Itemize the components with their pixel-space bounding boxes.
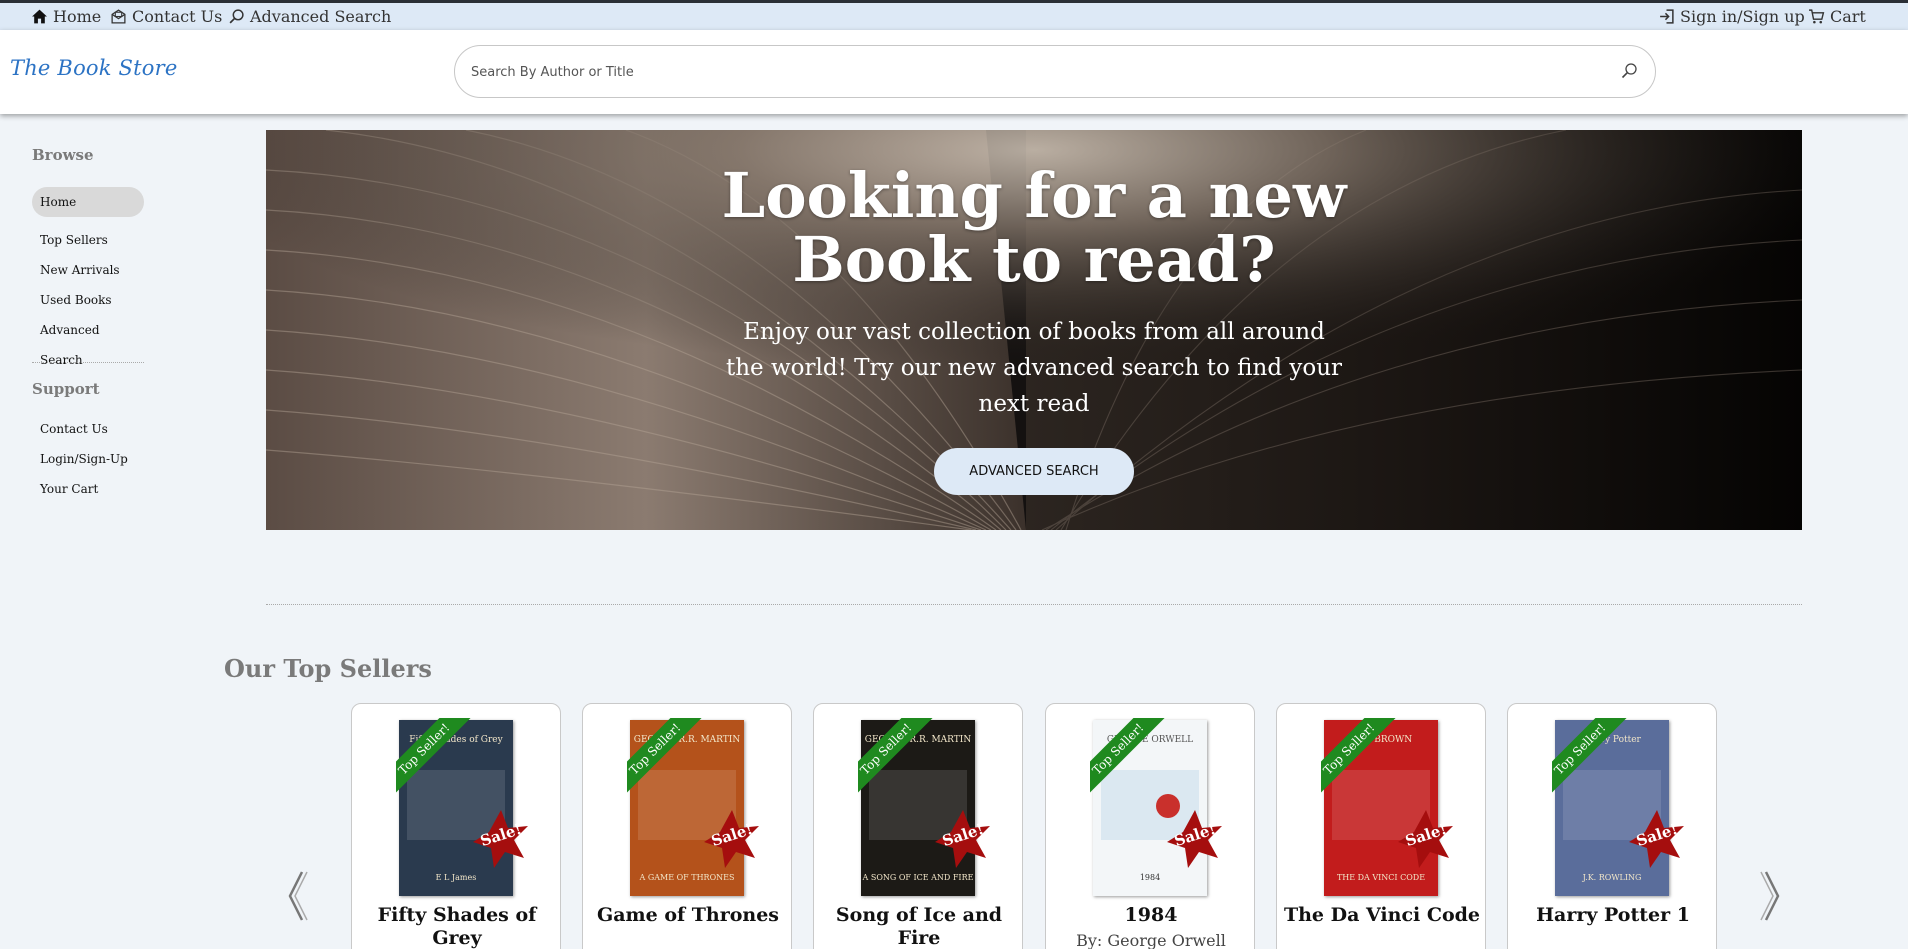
book-title[interactable]: Game of Thrones [589, 904, 787, 927]
book-card[interactable]: Harry Potter J.K. ROWLING Top Seller! Sa… [1507, 703, 1717, 949]
search-bar [454, 45, 1656, 98]
hero-title: Looking for a new Book to read? [266, 164, 1802, 292]
top-utility-bar: Home Contact Us Advanced Search Sign in/… [0, 0, 1908, 30]
hero-subtitle: Enjoy our vast collection of books from … [725, 319, 1342, 417]
svg-text:A SONG OF ICE AND FIRE: A SONG OF ICE AND FIRE [862, 873, 974, 882]
svg-text:THE DA VINCI CODE: THE DA VINCI CODE [1337, 873, 1425, 882]
carousel-next-arrow-icon[interactable] [1756, 866, 1786, 926]
top-link-contact-label: Contact Us [132, 7, 223, 26]
hero-banner: Looking for a new Book to read? Enjoy ou… [266, 130, 1802, 530]
top-seller-ribbon-label: Top Seller! [1321, 718, 1400, 798]
site-header: The Book Store [0, 30, 1908, 114]
book-title[interactable]: Fifty Shades of Grey [358, 904, 556, 949]
book-title[interactable]: The Da Vinci Code [1283, 904, 1481, 927]
section-divider [266, 604, 1802, 605]
top-seller-ribbon: Top Seller! [1090, 718, 1170, 798]
book-title[interactable]: 1984 [1052, 904, 1250, 927]
book-card[interactable]: GEORGE R.R. MARTIN A SONG OF ICE AND FIR… [813, 703, 1023, 949]
top-link-home[interactable]: Home [31, 7, 101, 26]
top-seller-ribbon-label: Top Seller! [1552, 718, 1631, 798]
hero-title-line-1: Looking for a new [721, 159, 1347, 232]
top-link-advanced-search-label: Advanced Search [250, 7, 392, 26]
top-link-cart-label: Cart [1830, 7, 1866, 26]
sidebar-divider [32, 362, 144, 363]
top-seller-ribbon: Top Seller! [396, 718, 476, 798]
sidebar-item-used-books[interactable]: Used Books [32, 285, 144, 315]
sale-badge: Sale! [701, 808, 763, 870]
search-input[interactable] [471, 60, 1591, 84]
sidebar-item-new-arrivals[interactable]: New Arrivals [32, 255, 144, 285]
book-title[interactable]: Song of Ice and Fire [820, 904, 1018, 949]
book-card[interactable]: DAN BROWN THE DA VINCI CODE Top Seller! … [1276, 703, 1486, 949]
sidebar-item-contact-us[interactable]: Contact Us [32, 414, 144, 444]
top-seller-ribbon-label: Top Seller! [627, 718, 706, 798]
search-icon[interactable] [1619, 61, 1639, 81]
sale-badge: Sale! [1626, 808, 1688, 870]
top-seller-ribbon-label: Top Seller! [858, 718, 937, 798]
sale-badge: Sale! [470, 808, 532, 870]
sidebar-item-advanced-search[interactable]: Advanced Search [32, 315, 144, 367]
top-seller-ribbon: Top Seller! [1321, 718, 1401, 798]
site-logo[interactable]: The Book Store [10, 56, 178, 80]
book-author: By: George Orwell [1076, 931, 1226, 949]
top-link-cart[interactable]: Cart [1808, 7, 1866, 26]
sale-badge: Sale! [1164, 808, 1226, 870]
sale-badge: Sale! [1395, 808, 1457, 870]
search-icon [229, 9, 244, 24]
top-link-home-label: Home [53, 7, 102, 26]
top-seller-ribbon-label: Top Seller! [1090, 718, 1169, 798]
book-title[interactable]: Harry Potter 1 [1514, 904, 1712, 927]
top-link-contact[interactable]: Contact Us [110, 7, 222, 26]
home-icon [32, 9, 47, 24]
top-link-signin[interactable]: Sign in/Sign up [1658, 7, 1805, 26]
hero-title-line-2: Book to read? [792, 223, 1276, 296]
sidebar-item-your-cart[interactable]: Your Cart [32, 474, 144, 504]
top-seller-ribbon: Top Seller! [627, 718, 707, 798]
sidebar-item-top-sellers[interactable]: Top Sellers [32, 225, 144, 255]
sign-in-icon [1660, 9, 1674, 24]
contact-mail-icon [111, 9, 126, 24]
cart-icon [1809, 9, 1825, 24]
book-card[interactable]: Fifty Shades of Grey E L James Top Selle… [351, 703, 561, 949]
book-card[interactable]: GEORGE R.R. MARTIN A GAME OF THRONES Top… [582, 703, 792, 949]
svg-text:1984: 1984 [1140, 873, 1160, 882]
top-seller-ribbon: Top Seller! [1552, 718, 1632, 798]
svg-text:E L James: E L James [436, 873, 477, 882]
top-seller-ribbon-label: Top Seller! [396, 718, 475, 798]
top-seller-ribbon: Top Seller! [858, 718, 938, 798]
sidebar-item-home[interactable]: Home [32, 187, 144, 217]
sale-badge: Sale! [932, 808, 994, 870]
book-card[interactable]: GEORGE ORWELL 1984 Top Seller! Sale! 198… [1045, 703, 1255, 949]
top-link-advanced-search[interactable]: Advanced Search [228, 7, 391, 26]
svg-text:A GAME OF THRONES: A GAME OF THRONES [639, 873, 735, 882]
carousel-prev-arrow-icon[interactable] [282, 866, 312, 926]
sidebar-support-heading: Support [32, 380, 100, 398]
hero-advanced-search-button[interactable]: ADVANCED SEARCH [934, 448, 1134, 495]
top-sellers-heading: Our Top Sellers [224, 654, 432, 683]
top-link-signin-label: Sign in/Sign up [1680, 7, 1805, 26]
sidebar-item-login-signup[interactable]: Login/Sign-Up [32, 444, 144, 474]
sidebar-browse-heading: Browse [32, 146, 94, 164]
svg-text:J.K. ROWLING: J.K. ROWLING [1582, 873, 1642, 882]
